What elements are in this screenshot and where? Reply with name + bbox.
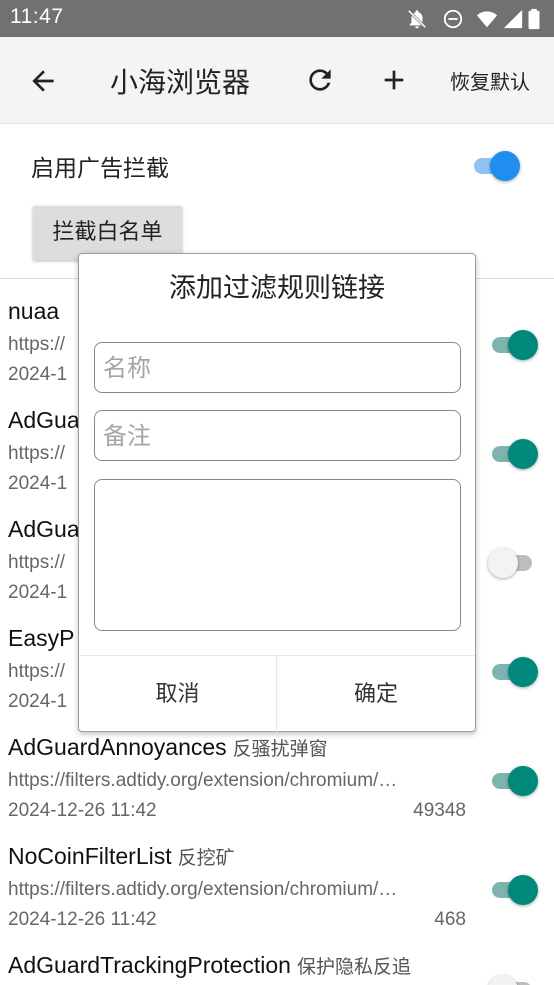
filter-switch[interactable]: [488, 327, 538, 361]
filter-count: 468: [434, 909, 466, 930]
filter-switch[interactable]: [488, 545, 538, 579]
filter-switch[interactable]: [488, 872, 538, 906]
restore-defaults-button[interactable]: 恢复默认: [450, 66, 530, 95]
note-input[interactable]: [94, 410, 461, 461]
dialog-button-bar: 取消 确定: [79, 655, 475, 733]
enable-adblock-label: 启用广告拦截: [31, 156, 169, 182]
page-title: 小海浏览器: [110, 66, 251, 99]
filter-row[interactable]: AdGuardTrackingProtection 保护隐私反追: [0, 952, 554, 985]
filter-name-line: NoCoinFilterList 反挖矿: [8, 843, 478, 870]
switch-thumb: [490, 151, 520, 181]
filter-switch[interactable]: [488, 763, 538, 797]
switch-thumb: [488, 548, 518, 578]
signal-icon: [503, 9, 523, 29]
filter-switch[interactable]: [488, 654, 538, 688]
filter-switch[interactable]: [488, 436, 538, 470]
filter-url: https://filters.adtidy.org/extension/chr…: [8, 770, 398, 791]
filter-name: NoCoinFilterList: [8, 843, 172, 869]
battery-icon: [528, 8, 540, 30]
name-input[interactable]: [94, 342, 461, 393]
filter-url: https://filters.adtidy.org/extension/chr…: [8, 879, 398, 900]
confirm-button[interactable]: 确定: [277, 656, 475, 733]
notifications-off-icon: [407, 9, 427, 29]
switch-thumb: [508, 875, 538, 905]
status-time: 11:47: [10, 5, 64, 28]
filter-desc: 保护隐私反追: [296, 956, 411, 978]
cancel-button[interactable]: 取消: [79, 656, 277, 733]
switch-thumb: [488, 975, 518, 985]
filter-name: AdGua: [8, 516, 80, 542]
filter-row[interactable]: AdGuardAnnoyances 反骚扰弹窗 https://filters.a…: [0, 734, 554, 843]
whitelist-button[interactable]: 拦截白名单: [33, 206, 182, 260]
filter-desc: 反挖矿: [177, 847, 235, 869]
filter-date: 2024-12-26 11:42: [8, 909, 157, 930]
filter-switch[interactable]: [488, 972, 538, 985]
do-not-disturb-icon: [443, 9, 463, 29]
filter-name-line: AdGuardTrackingProtection 保护隐私反追: [8, 952, 478, 979]
dialog-title: 添加过滤规则链接: [169, 273, 385, 304]
wifi-icon: [476, 11, 498, 28]
switch-thumb: [508, 766, 538, 796]
back-arrow-icon[interactable]: [27, 65, 59, 97]
switch-thumb: [508, 439, 538, 469]
status-bar: 11:47: [0, 0, 554, 37]
app-bar: 小海浏览器 恢复默认: [0, 37, 554, 124]
filter-name: nuaa: [8, 298, 60, 324]
url-textarea[interactable]: [94, 479, 461, 631]
filter-date: 2024-12-26 11:42: [8, 800, 157, 821]
filter-name: AdGuardAnnoyances: [8, 734, 227, 760]
filter-date: 2024-1: [8, 473, 68, 494]
filter-name: AdGuardTrackingProtection: [8, 952, 291, 978]
filter-date: 2024-1: [8, 364, 68, 385]
filter-name-line: AdGuardAnnoyances 反骚扰弹窗: [8, 734, 478, 761]
filter-desc: 反骚扰弹窗: [232, 738, 328, 760]
add-icon[interactable]: [378, 64, 410, 96]
enable-adblock-switch[interactable]: [470, 148, 520, 182]
filter-row[interactable]: NoCoinFilterList 反挖矿 https://filters.adti…: [0, 843, 554, 952]
refresh-icon[interactable]: [304, 64, 336, 96]
switch-thumb: [508, 657, 538, 687]
filter-count: 49348: [413, 800, 466, 821]
filter-name: EasyP: [8, 625, 75, 651]
switch-thumb: [508, 330, 538, 360]
filter-date: 2024-1: [8, 691, 68, 712]
filter-date: 2024-1: [8, 582, 68, 603]
add-filter-dialog: 添加过滤规则链接 取消 确定: [78, 253, 476, 733]
filter-name: AdGua: [8, 407, 80, 433]
